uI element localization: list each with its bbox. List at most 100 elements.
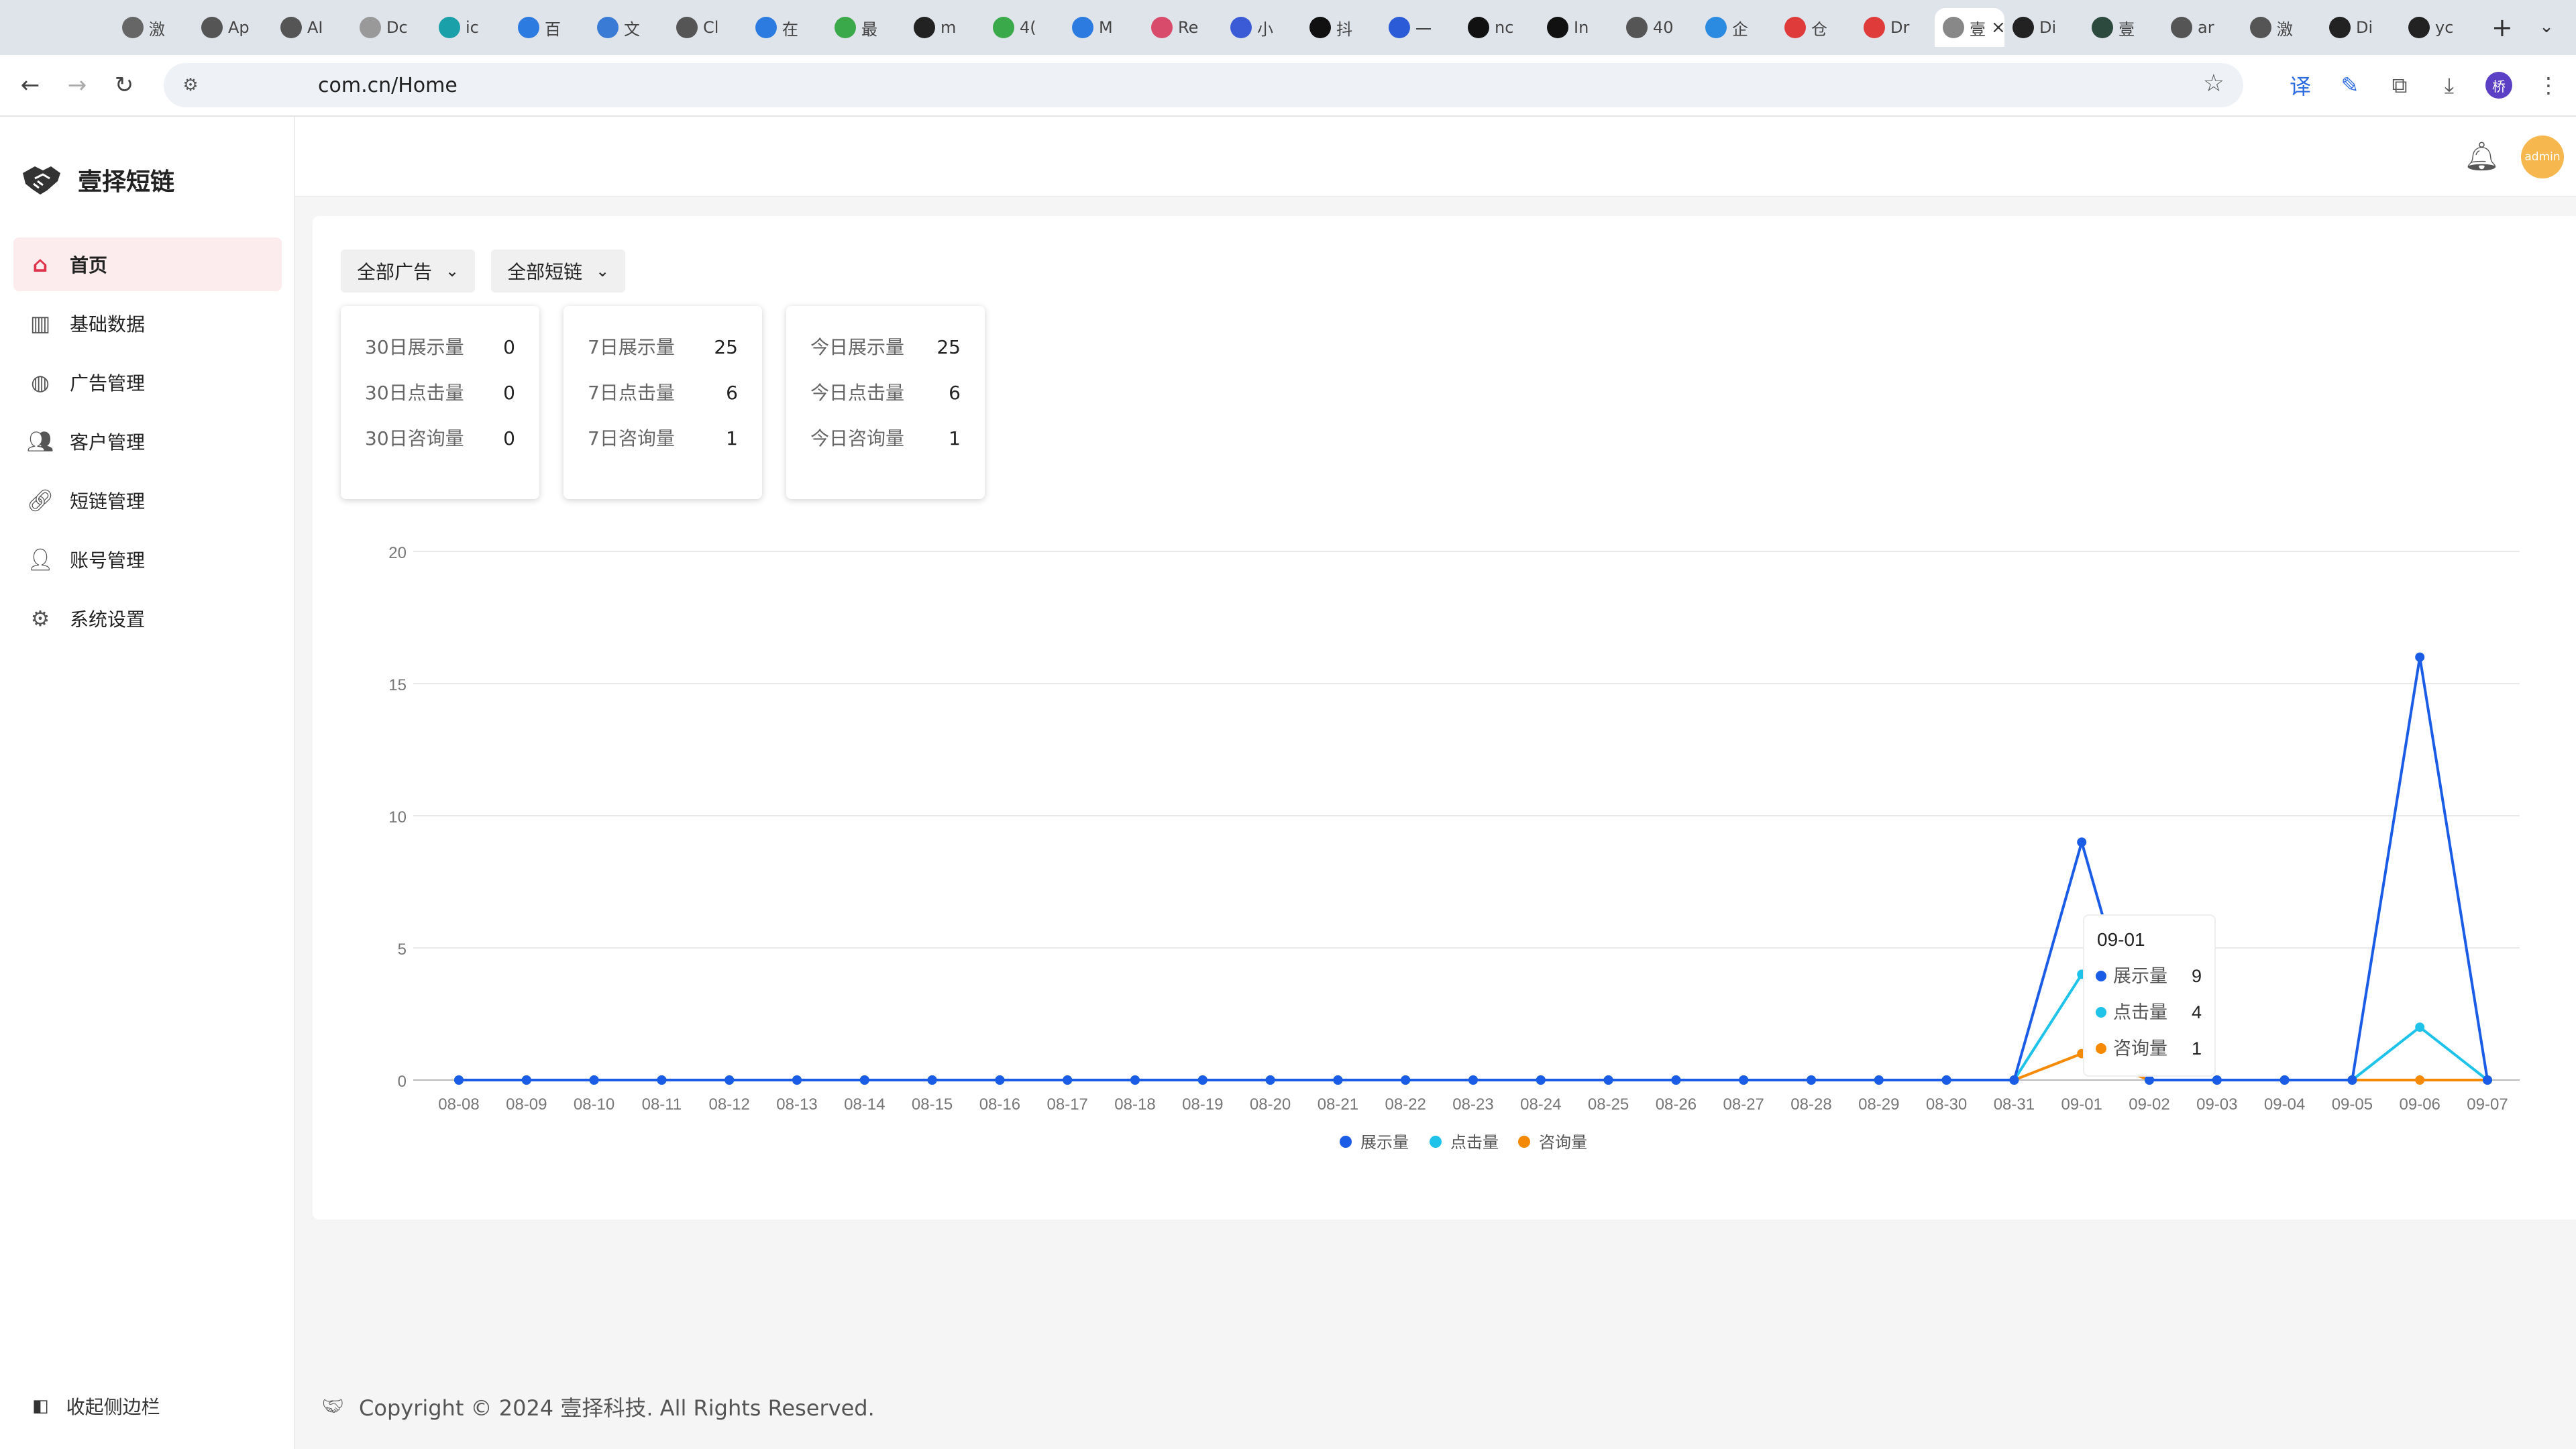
x-tick-label: 09-07 (2467, 1095, 2508, 1114)
browser-tab[interactable]: Cl (668, 8, 747, 47)
sidebar-item[interactable]: ◍ 广告管理 (13, 356, 282, 409)
browser-tab[interactable]: 最 (826, 8, 906, 47)
back-button[interactable]: ← (7, 62, 54, 109)
new-tab-button[interactable]: + (2491, 13, 2513, 42)
tab-title: yc (2435, 18, 2454, 37)
browser-tab[interactable]: AI (272, 8, 352, 47)
x-tick-label: 08-22 (1385, 1095, 1426, 1114)
browser-tab[interactable]: 激 (2242, 8, 2321, 47)
browser-tab[interactable]: 百 (510, 8, 589, 47)
site-info-icon[interactable]: ⚙ (177, 72, 204, 99)
close-tab-icon[interactable]: × (1991, 17, 2004, 38)
tab-search-chevron-icon[interactable]: ⌄ (2532, 12, 2561, 42)
browser-tab[interactable]: Di (2321, 8, 2400, 47)
browser-tab[interactable]: m (906, 8, 985, 47)
tab-title: 最 (861, 19, 877, 39)
reload-button[interactable]: ↻ (101, 62, 148, 109)
browser-tab[interactable]: Dr (1856, 8, 1935, 47)
browser-tab[interactable]: nc (1460, 8, 1539, 47)
browser-tab[interactable]: Re (1143, 8, 1222, 47)
shortlink-filter-value: 全部短链 (507, 261, 583, 283)
ad-filter-select[interactable]: 全部广告 ⌄ (341, 250, 476, 292)
browser-tab[interactable]: 企 (1697, 8, 1776, 47)
data-point (2212, 1075, 2222, 1085)
pen-icon[interactable]: ✎ (2329, 64, 2371, 106)
shortlink-filter-select[interactable]: 全部短链 ⌄ (491, 250, 626, 292)
download-icon[interactable]: ⤓ (2428, 64, 2470, 106)
data-point (1671, 1075, 1681, 1085)
browser-tab[interactable]: 40 (1618, 8, 1697, 47)
browser-tab[interactable]: 4( (985, 8, 1064, 47)
x-tick-label: 08-20 (1250, 1095, 1291, 1114)
sidebar-item[interactable]: 👤︎ 账号管理 (13, 533, 282, 586)
sidebar-item-label: 账号管理 (70, 549, 146, 572)
forward-button[interactable]: → (54, 62, 101, 109)
x-tick-label: 08-21 (1318, 1095, 1358, 1114)
stat-row: 7日点击量 6 (588, 380, 738, 425)
legend-label: 点击量 (1450, 1134, 1499, 1152)
collapse-sidebar-button[interactable]: ◧ 收起侧边栏 (32, 1393, 160, 1419)
user-avatar[interactable]: admin (2521, 136, 2564, 178)
tab-favicon-icon (1309, 17, 1331, 38)
tab-favicon-icon (993, 17, 1014, 38)
x-tick-label: 09-06 (2400, 1095, 2440, 1114)
browser-tab[interactable]: 小 (1222, 8, 1301, 47)
browser-tab[interactable]: M (1064, 8, 1143, 47)
data-point (2009, 1075, 2019, 1085)
sidebar-item[interactable]: 🔗︎ 短链管理 (13, 474, 282, 527)
browser-menu-icon[interactable]: ⋮ (2528, 64, 2569, 106)
stat-label: 7日展示量 (588, 336, 675, 358)
tab-title: Re (1178, 18, 1199, 37)
sidebar-item-label: 首页 (70, 254, 108, 276)
address-bar[interactable]: ⚙ com.cn/Home ☆ (164, 63, 2243, 107)
stat-row: 30日展示量 0 (365, 334, 515, 380)
tab-favicon-icon (201, 17, 223, 38)
x-tick-label: 08-16 (979, 1095, 1020, 1114)
stat-box: 7日展示量 25 7日点击量 6 7日咨询量 1 (564, 306, 762, 499)
sidebar-item[interactable]: ⌂ 首页 (13, 237, 282, 291)
x-tick-label: 08-24 (1520, 1095, 1561, 1114)
browser-tab[interactable]: 壹 × (1935, 8, 2004, 47)
sidebar-item[interactable]: ▥ 基础数据 (13, 297, 282, 350)
browser-tab[interactable]: Ap (193, 8, 272, 47)
browser-tab[interactable]: 在 (747, 8, 826, 47)
browser-tab[interactable]: 文 (589, 8, 668, 47)
legend-label: 展示量 (1360, 1134, 1409, 1152)
tab-title: 百 (545, 19, 561, 39)
sidebar-item[interactable]: 👥︎ 客户管理 (13, 415, 282, 468)
bookmark-star-icon[interactable]: ☆ (2203, 70, 2224, 97)
tab-title: 壹 (1970, 19, 1986, 39)
data-point (792, 1075, 802, 1085)
browser-tab[interactable]: ar (2163, 8, 2242, 47)
bell-icon[interactable]: 🔔︎ (2464, 140, 2500, 173)
browser-tab[interactable]: yc (2400, 8, 2479, 47)
tab-title: ar (2198, 18, 2214, 37)
tooltip-series-value: 9 (2192, 966, 2202, 986)
browser-tab[interactable]: 壹 (2084, 8, 2163, 47)
browser-tab[interactable]: ic (431, 8, 510, 47)
browser-tab[interactable]: Dc (352, 8, 431, 47)
browser-tab[interactable]: In (1539, 8, 1618, 47)
x-tick-label: 08-10 (574, 1095, 614, 1114)
data-point (2145, 1075, 2154, 1085)
legend-marker (1340, 1136, 1352, 1148)
link-icon: 🔗︎ (26, 488, 54, 513)
browser-tab[interactable]: 仓 (1776, 8, 1856, 47)
data-point (589, 1075, 599, 1085)
profile-button[interactable]: 桥 (2478, 64, 2520, 106)
browser-tab[interactable]: Di (2004, 8, 2084, 47)
browser-tab[interactable]: 激 (114, 8, 193, 47)
data-point (2347, 1075, 2357, 1085)
browser-tab[interactable]: 抖 (1301, 8, 1381, 47)
tab-favicon-icon (2408, 17, 2430, 38)
sidebar-item[interactable]: ⚙ 系统设置 (13, 592, 282, 645)
dashboard-card: 全部广告 ⌄ 全部短链 ⌄ 30日展示量 0 30日点击量 0 30日咨询量 0 7日展示量… (313, 216, 2576, 1220)
browser-tab[interactable]: 一 (1381, 8, 1460, 47)
data-point (1197, 1075, 1208, 1085)
x-tick-label: 09-04 (2264, 1095, 2305, 1114)
data-point (2279, 1075, 2290, 1085)
user-icon: 👤︎ (26, 547, 54, 572)
extensions-icon[interactable]: ⧉ (2379, 64, 2420, 106)
translate-icon[interactable]: 译 (2279, 64, 2321, 106)
x-tick-label: 09-05 (2332, 1095, 2373, 1114)
